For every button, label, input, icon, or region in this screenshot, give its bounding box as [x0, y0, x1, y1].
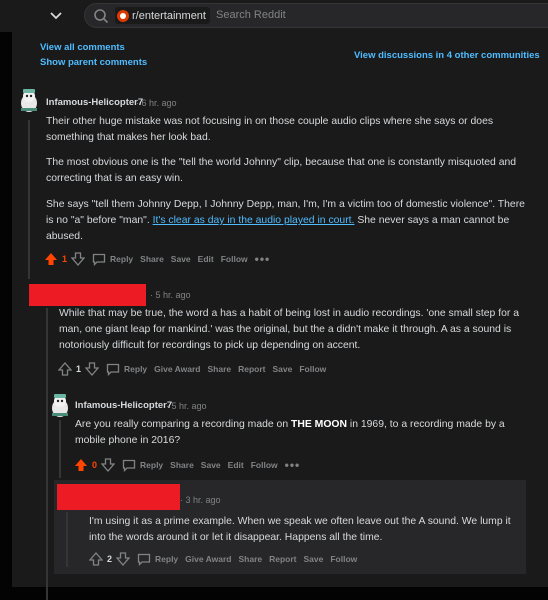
thread-line[interactable]: [66, 512, 68, 567]
search-icon: [94, 9, 109, 24]
chevron-down-icon[interactable]: [49, 8, 63, 22]
comment-author[interactable]: Infamous-Helicopter7: [75, 400, 172, 411]
search-bar[interactable]: r/entertainment Search Reddit: [84, 3, 548, 28]
view-discussions-link[interactable]: View discussions in 4 other communities: [354, 50, 540, 61]
follow-button[interactable]: Follow: [221, 254, 248, 264]
comment-time: · 5 hr. ago: [150, 290, 191, 300]
vote-count: 1: [76, 364, 82, 374]
redacted-username: [57, 484, 180, 510]
comment-body: Are you really comparing a recording mad…: [75, 419, 505, 446]
vote-control: 2: [89, 552, 131, 566]
save-button[interactable]: Save: [171, 254, 191, 264]
top-bar: r/entertainment Search Reddit: [0, 0, 548, 32]
comment-actions: 2 Reply Give Award Share Report Save Fol…: [89, 551, 364, 567]
thread-line[interactable]: [28, 120, 30, 279]
ellipsis-icon[interactable]: •••: [285, 458, 301, 472]
avatar[interactable]: [18, 87, 40, 113]
court-audio-link[interactable]: It's clear as day in the audio played in…: [153, 215, 355, 226]
follow-button[interactable]: Follow: [330, 554, 357, 564]
comment-paragraph: The most obvious one is the "tell the wo…: [46, 157, 517, 184]
save-button[interactable]: Save: [201, 460, 221, 470]
comments-panel: View all comments Show parent comments V…: [12, 32, 548, 600]
comment-paragraph: Their other huge mistake was not focusin…: [46, 116, 494, 143]
comment-time: · 5 hr. ago: [166, 401, 207, 411]
share-button[interactable]: Share: [170, 460, 194, 470]
view-all-comments-link[interactable]: View all comments: [40, 42, 125, 53]
ellipsis-icon[interactable]: •••: [255, 252, 271, 266]
comment-time: · 6 hr. ago: [136, 98, 177, 108]
avatar[interactable]: [49, 392, 71, 418]
redacted-username: [29, 284, 146, 306]
thread-line[interactable]: [59, 420, 61, 478]
save-button[interactable]: Save: [304, 554, 324, 564]
downvote-icon[interactable]: [116, 552, 131, 566]
share-button[interactable]: Share: [140, 254, 164, 264]
share-button[interactable]: Share: [207, 364, 231, 374]
vote-count: 2: [107, 554, 113, 564]
reply-button[interactable]: Reply: [137, 553, 178, 566]
give-award-button[interactable]: Give Award: [185, 554, 231, 564]
search-input[interactable]: Search Reddit: [216, 9, 286, 21]
comment-body: I'm using it as a prime example. When we…: [89, 516, 511, 543]
comment-actions: 1 Reply Give Award Share Report Save Fol…: [58, 361, 333, 377]
subreddit-icon: [117, 9, 129, 22]
share-button[interactable]: Share: [238, 554, 262, 564]
vote-control: 1: [58, 362, 100, 376]
reply-button[interactable]: Reply: [122, 459, 163, 472]
upvote-icon[interactable]: [89, 552, 103, 566]
subreddit-name: r/entertainment: [132, 9, 206, 22]
reply-button[interactable]: Reply: [92, 253, 133, 266]
downvote-icon[interactable]: [101, 458, 116, 472]
comment-time: · 3 hr. ago: [180, 495, 221, 505]
upvote-icon[interactable]: [44, 252, 58, 266]
give-award-button[interactable]: Give Award: [154, 364, 200, 374]
follow-button[interactable]: Follow: [299, 364, 326, 374]
comment-icon: [106, 363, 120, 376]
comment-body: While that may be true, the word a has a…: [59, 308, 520, 351]
vote-count: 0: [92, 460, 98, 470]
report-button[interactable]: Report: [269, 554, 296, 564]
comment-paragraph: She says "tell them Johnny Depp, I Johnn…: [46, 199, 525, 242]
save-button[interactable]: Save: [273, 364, 293, 374]
comment-author[interactable]: Infamous-Helicopter7: [46, 97, 143, 108]
report-button[interactable]: Report: [238, 364, 265, 374]
thread-line[interactable]: [46, 308, 48, 600]
vote-control: 1: [44, 252, 86, 266]
vote-control: 0: [74, 458, 116, 472]
upvote-icon[interactable]: [74, 458, 88, 472]
show-parent-comments-link[interactable]: Show parent comments: [40, 57, 147, 68]
reply-button[interactable]: Reply: [106, 363, 147, 376]
follow-button[interactable]: Follow: [251, 460, 278, 470]
upvote-icon[interactable]: [58, 362, 72, 376]
subreddit-chip[interactable]: r/entertainment: [115, 7, 210, 24]
vote-count: 1: [62, 254, 68, 264]
edit-button[interactable]: Edit: [198, 254, 214, 264]
comment-icon: [92, 253, 106, 266]
downvote-icon[interactable]: [71, 252, 86, 266]
downvote-icon[interactable]: [85, 362, 100, 376]
comment-icon: [137, 553, 151, 566]
comment-actions: 1 Reply Share Save Edit Follow •••: [44, 251, 277, 267]
comment-icon: [122, 459, 136, 472]
edit-button[interactable]: Edit: [228, 460, 244, 470]
comment-actions: 0 Reply Share Save Edit Follow •••: [74, 457, 307, 473]
